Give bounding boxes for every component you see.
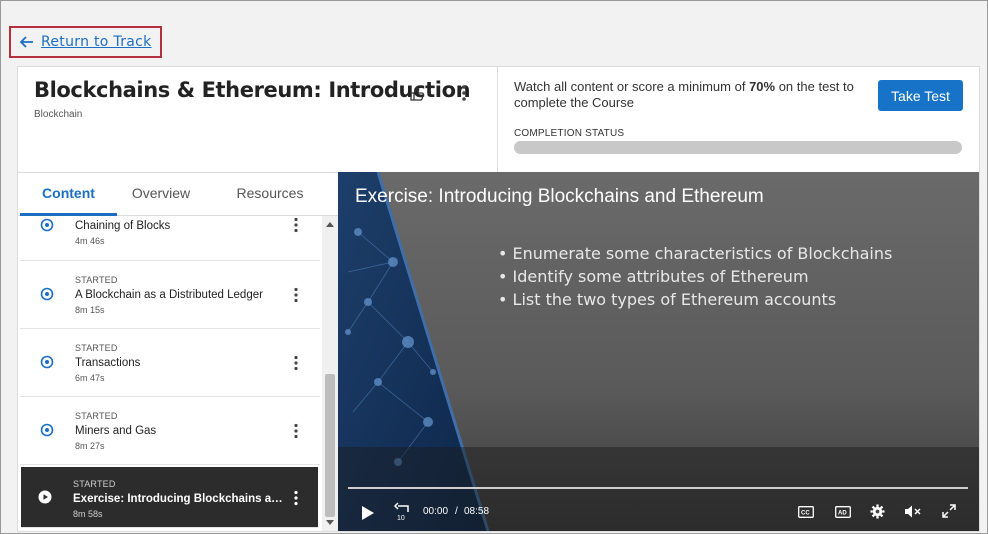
item-title: A Blockchain as a Distributed Ledger: [75, 289, 263, 301]
video-controls: 10 00:00 / 08:58 CC AD: [338, 494, 979, 531]
thumbs-up-icon[interactable]: [408, 85, 426, 103]
item-title: Chaining of Blocks: [75, 220, 171, 232]
video-slide-background: [338, 172, 979, 531]
time-separator: /: [455, 506, 458, 517]
return-to-track-label: Return to Track: [41, 34, 152, 50]
total-time: 08:58: [464, 506, 490, 517]
item-title: Exercise: Introducing Blockchains and Et…: [73, 493, 283, 505]
list-item[interactable]: Chaining of Blocks 4m 46s: [20, 216, 320, 261]
closed-captions-icon[interactable]: CC: [798, 506, 814, 518]
fullscreen-icon[interactable]: [942, 504, 956, 518]
item-duration: 4m 46s: [75, 236, 105, 246]
header-divider: [497, 67, 498, 172]
mute-icon[interactable]: [904, 504, 921, 519]
arrow-left-icon: [19, 36, 33, 48]
item-title: Transactions: [75, 357, 141, 369]
list-item-active[interactable]: STARTED Exercise: Introducing Blockchain…: [21, 467, 318, 528]
video-progress-bar[interactable]: [348, 487, 968, 489]
tab-overview[interactable]: Overview: [117, 173, 205, 216]
completion-panel: Watch all content or score a minimum of …: [514, 79, 964, 169]
list-item[interactable]: STARTED Transactions 6m 47s: [20, 329, 320, 397]
item-status: STARTED: [73, 479, 116, 489]
video-title: Exercise: Introducing Blockchains and Et…: [355, 186, 764, 207]
content-tabs: Content Overview Resources: [18, 173, 338, 216]
list-item[interactable]: STARTED A Blockchain as a Distributed Le…: [20, 261, 320, 329]
item-status: STARTED: [75, 343, 118, 353]
play-icon[interactable]: [360, 505, 376, 521]
video-player[interactable]: Exercise: Introducing Blockchains and Et…: [338, 172, 979, 531]
list-item[interactable]: STARTED Miners and Gas 8m 27s: [20, 397, 320, 465]
item-more-icon[interactable]: [292, 287, 300, 303]
list-scrollbar[interactable]: [322, 216, 338, 531]
tab-resources[interactable]: Resources: [218, 173, 322, 216]
svg-text:CC: CC: [801, 511, 810, 517]
in-progress-icon: [40, 287, 54, 301]
current-time: 00:00: [423, 506, 449, 517]
return-to-track-link[interactable]: Return to Track: [9, 26, 162, 58]
course-subtitle: Blockchain: [34, 109, 83, 120]
slide-bullets: • Enumerate some characteristics of Bloc…: [498, 242, 892, 311]
item-more-icon[interactable]: [292, 217, 300, 233]
course-header: Blockchains & Ethereum: Introduction Blo…: [18, 67, 498, 172]
slide-bullet: • Identify some attributes of Ethereum: [498, 267, 809, 286]
scroll-up-arrow[interactable]: [326, 222, 334, 227]
slide-bullet: • List the two types of Ethereum account…: [498, 290, 837, 309]
in-progress-icon: [40, 355, 54, 369]
item-duration: 8m 15s: [75, 305, 105, 315]
svg-text:AD: AD: [838, 511, 847, 517]
scroll-down-arrow[interactable]: [326, 520, 334, 525]
item-more-icon[interactable]: [292, 423, 300, 439]
content-list: Chaining of Blocks 4m 46s STARTED A Bloc…: [18, 216, 322, 531]
in-progress-icon: [40, 218, 54, 232]
item-status: STARTED: [75, 411, 118, 421]
play-circle-icon: [38, 490, 52, 504]
item-status: STARTED: [75, 275, 118, 285]
tab-content[interactable]: Content: [20, 173, 117, 216]
audio-description-icon[interactable]: AD: [835, 506, 851, 518]
item-duration: 6m 47s: [75, 373, 105, 383]
completion-requirement: Watch all content or score a minimum of …: [514, 79, 854, 110]
item-more-icon[interactable]: [292, 355, 300, 371]
item-title: Miners and Gas: [75, 425, 157, 437]
scroll-thumb[interactable]: [325, 374, 335, 517]
completion-progress-bar: [514, 141, 962, 154]
in-progress-icon: [40, 423, 54, 437]
item-duration: 8m 27s: [75, 441, 105, 451]
settings-gear-icon[interactable]: [870, 504, 885, 519]
item-more-icon[interactable]: [292, 490, 300, 506]
course-card: Blockchains & Ethereum: Introduction Blo…: [17, 66, 980, 532]
completion-status-label: COMPLETION STATUS: [514, 128, 625, 139]
more-options-icon[interactable]: [458, 83, 470, 103]
replay-10-icon[interactable]: 10: [394, 502, 412, 522]
course-title: Blockchains & Ethereum: Introduction: [34, 78, 471, 102]
slide-bullet: • Enumerate some characteristics of Bloc…: [498, 244, 893, 263]
item-duration: 8m 58s: [73, 509, 103, 519]
take-test-button[interactable]: Take Test: [878, 80, 963, 111]
svg-text:10: 10: [397, 515, 405, 522]
